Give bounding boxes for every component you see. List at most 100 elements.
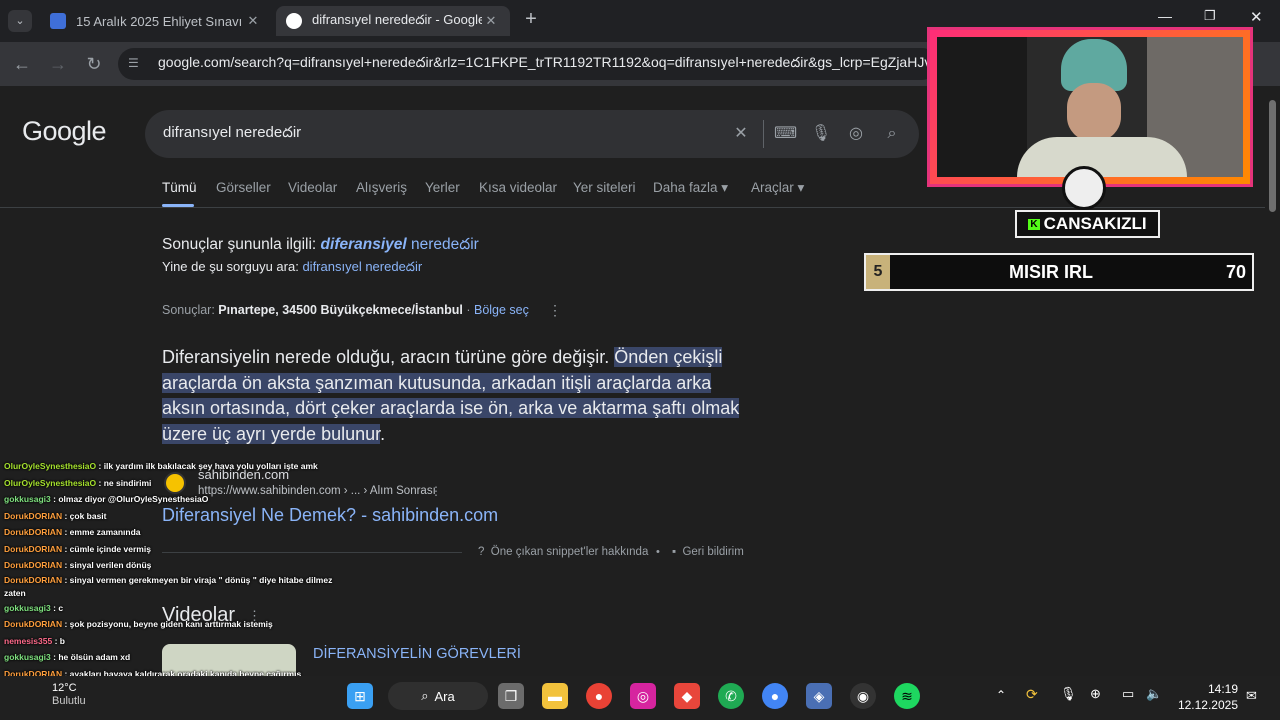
minimize-icon[interactable]: — xyxy=(1158,8,1172,24)
site-info-icon[interactable]: ☰ xyxy=(128,56,144,72)
chat-username: OlurOyleSynesthesiaO xyxy=(4,461,97,471)
chat-message: nemesis355 : b xyxy=(4,635,65,646)
site-favicon-icon xyxy=(50,13,66,29)
close-window-icon[interactable]: ✕ xyxy=(1250,8,1263,26)
chat-message: DorukDORIAN : şok pozisyonu, beyne giden… xyxy=(4,619,273,629)
scoreboard-label: MISIR IRL xyxy=(1009,261,1093,282)
chrome-active-icon[interactable]: ● xyxy=(762,683,788,709)
clear-search-icon[interactable]: ✕ xyxy=(730,123,752,145)
streamer-badge-icon xyxy=(1062,166,1106,210)
google-logo[interactable]: Google xyxy=(22,116,107,147)
notifications-icon[interactable]: ✉ xyxy=(1246,688,1257,704)
lens-camera-icon[interactable]: ◎ xyxy=(845,123,867,145)
feedback-icon: ▪ xyxy=(672,546,677,558)
chat-text: c xyxy=(58,602,64,613)
featured-snippet-text: Diferansiyelin nerede olduğu, aracın tür… xyxy=(162,347,740,444)
chat-text: cümle içinde vermiş xyxy=(69,543,151,554)
whatsapp-icon[interactable]: ✆ xyxy=(718,683,744,709)
chat-username: gokkusagi3 xyxy=(4,602,51,613)
chat-message: OlurOyleSynesthesiaO : ne sindirimi xyxy=(4,477,152,488)
scoreboard-rank: 5 xyxy=(866,255,890,289)
streamer-face xyxy=(1067,83,1121,141)
tab-shopping[interactable]: Alışveriş xyxy=(356,180,407,195)
tab-site-locations[interactable]: Yer siteleri xyxy=(573,180,636,195)
chat-username: gokkusagi3 xyxy=(4,652,51,662)
tray-mic-icon[interactable]: 🎙 xyxy=(1060,686,1077,702)
tray-display-icon[interactable]: ▭ xyxy=(1122,686,1134,702)
tab-search-button[interactable]: ⌄ xyxy=(8,10,32,32)
choose-region-link[interactable]: Bölge seç xyxy=(474,303,529,317)
stream-scoreboard: 5 MISIR IRL 70 xyxy=(864,253,1254,291)
corrected-term-link[interactable]: diferansiyel xyxy=(321,236,407,253)
tray-sync-icon[interactable]: ⟳ xyxy=(1026,686,1038,703)
source-more-icon[interactable]: ⋮ xyxy=(430,484,442,498)
video-title-link[interactable]: DİFERANSİYELİN GÖREVLERİ xyxy=(313,646,521,662)
tab-images[interactable]: Görseller xyxy=(216,180,271,195)
chat-username: DorukDORIAN xyxy=(4,510,63,521)
chat-username: DorukDORIAN xyxy=(4,527,63,537)
anydesk-icon[interactable]: ◆ xyxy=(674,683,700,709)
task-view-icon[interactable]: ❐ xyxy=(498,683,524,709)
tray-chevron-icon[interactable]: ⌃ xyxy=(996,688,1006,702)
feedback-link[interactable]: ▪ Geri bildirim xyxy=(672,546,744,558)
keyboard-icon[interactable]: ⌨ xyxy=(774,123,797,145)
tab-tools[interactable]: Araçlar ▾ xyxy=(751,180,804,196)
tab-places[interactable]: Yerler xyxy=(425,180,460,195)
tab-more[interactable]: Daha fazla ▾ xyxy=(653,180,728,196)
kick-logo-icon: K xyxy=(1028,218,1040,230)
google-favicon-icon xyxy=(286,13,302,29)
tab-all[interactable]: Tümü xyxy=(162,180,197,195)
instagram-icon[interactable]: ◎ xyxy=(630,683,656,709)
chat-text: emme zamanında xyxy=(69,527,141,537)
search-icon: ⌕ xyxy=(421,688,429,703)
file-explorer-icon[interactable]: ▬ xyxy=(542,683,568,709)
chat-message: gokkusagi3 : c xyxy=(4,602,64,613)
chat-message: gokkusagi3 : olmaz diyor @OlurOyleSynest… xyxy=(4,494,209,504)
chat-text: he ölsün adam xd xyxy=(58,652,131,662)
search-instead: Yine de şu sorguyu ara: difransıyel nere… xyxy=(162,259,423,274)
search-icon[interactable]: ⌕ xyxy=(881,123,903,145)
microphone-icon[interactable]: 🎙 xyxy=(810,123,832,145)
close-tab-icon[interactable]: ✕ xyxy=(244,13,262,29)
chat-text: ne sindirimi xyxy=(103,477,152,488)
forward-button[interactable]: → xyxy=(46,52,70,76)
webcam-feed xyxy=(937,37,1243,177)
taskbar-clock[interactable]: 14:19 12.12.2025 xyxy=(1172,681,1238,713)
chrome-icon[interactable]: ● xyxy=(586,683,612,709)
more-options-icon[interactable]: ⋮ xyxy=(548,302,562,319)
search-input[interactable]: difransıyel neredeదir xyxy=(145,110,919,158)
spotify-icon[interactable]: ≋ xyxy=(894,683,920,709)
streamer-hoodie xyxy=(1017,137,1187,177)
tab-ehliyet[interactable]: 15 Aralık 2025 Ehliyet Sınavı Ha ✕ xyxy=(40,6,272,36)
reload-button[interactable]: ↻ xyxy=(82,52,106,76)
back-button[interactable]: ← xyxy=(10,52,34,76)
chat-username: nemesis355 xyxy=(4,635,53,646)
chat-username: DorukDORIAN xyxy=(4,543,63,554)
address-bar[interactable]: google.com/search?q=difransıyel+neredeదi… xyxy=(118,48,938,80)
tab-short-videos[interactable]: Kısa videolar xyxy=(479,180,557,195)
tab-google-search[interactable]: difransıyel neredeదir - Google'd ✕ xyxy=(276,6,510,36)
tray-volume-icon[interactable]: 🔈 xyxy=(1146,686,1162,702)
tray-vpn-icon[interactable]: ⊕ xyxy=(1090,686,1101,702)
chat-username: OlurOyleSynesthesiaO xyxy=(4,477,97,488)
about-snippets[interactable]: ? Öne çıkan snippet'ler hakkında xyxy=(478,546,648,558)
chat-message: OlurOyleSynesthesiaO : ilk yardım ilk ba… xyxy=(4,461,318,471)
windows-start-icon[interactable]: ⊞ xyxy=(347,683,373,709)
chat-message: DorukDORIAN : çok basit xyxy=(4,510,107,521)
obs-icon[interactable]: ◉ xyxy=(850,683,876,709)
restore-icon[interactable]: ❐ xyxy=(1204,8,1216,24)
scrollbar-thumb[interactable] xyxy=(1269,100,1276,212)
app-icon[interactable]: ◈ xyxy=(806,683,832,709)
weather-widget[interactable]: 12°C Bulutlu xyxy=(52,682,86,708)
streamer-nameplate: K CANSAKIZLI xyxy=(1015,210,1160,238)
search-instead-link[interactable]: difransıyel neredeదir xyxy=(302,259,422,274)
new-tab-button[interactable]: + xyxy=(520,8,542,32)
chat-username: DorukDORIAN xyxy=(4,619,63,629)
chat-text: sinyal verilen dönüş xyxy=(69,560,152,570)
taskbar-search[interactable]: ⌕ Ara xyxy=(388,682,488,710)
close-tab-icon[interactable]: ✕ xyxy=(482,13,500,29)
did-you-mean: Sonuçlar şununla ilgili: diferansiyel ne… xyxy=(162,236,479,253)
webcam-wall xyxy=(937,37,1027,177)
tab-videos[interactable]: Videolar xyxy=(288,180,337,195)
chat-username: gokkusagi3 xyxy=(4,494,51,504)
